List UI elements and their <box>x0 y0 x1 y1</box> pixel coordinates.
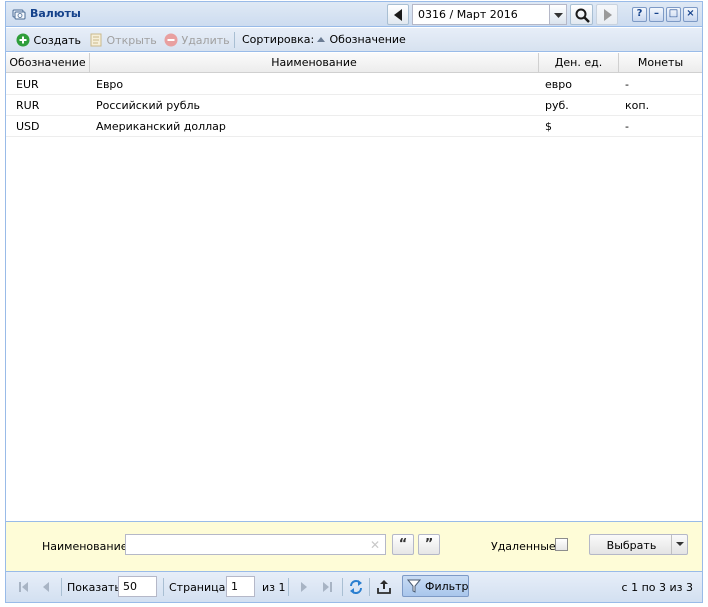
deleted-checkbox[interactable] <box>555 538 568 551</box>
first-page-icon[interactable] <box>16 579 32 595</box>
create-label: Создать <box>33 34 82 47</box>
cell-name: Российский рубль <box>96 99 201 112</box>
refresh-icon[interactable] <box>348 579 364 595</box>
sort-ascending-icon <box>317 37 325 42</box>
help-button[interactable]: ? <box>632 7 647 22</box>
export-icon[interactable] <box>376 579 392 595</box>
column-header-code[interactable]: Обозначение <box>6 53 90 73</box>
close-quote-button[interactable]: ” <box>418 534 440 555</box>
filter-toggle-label: Фильтр <box>425 580 469 593</box>
delete-label: Удалить <box>181 34 230 47</box>
plus-icon <box>16 33 30 47</box>
create-button[interactable]: Создать <box>16 33 81 47</box>
arrow-right-icon <box>604 9 612 21</box>
period-select[interactable]: 0316 / Март 2016 <box>412 4 567 25</box>
window-titlebar: Валюты 0316 / Март 2016 ? – □ × <box>6 2 702 27</box>
deleted-label: Удаленные: <box>491 540 560 553</box>
cell-code: RUR <box>16 99 40 112</box>
cell-code: EUR <box>16 78 39 91</box>
clear-icon[interactable]: ✕ <box>370 538 380 552</box>
open-label: Открыть <box>106 34 157 47</box>
page-number-input[interactable] <box>226 576 255 597</box>
record-summary: с 1 по 3 из 3 <box>621 581 693 594</box>
cell-code: USD <box>16 120 40 133</box>
prev-page-icon[interactable] <box>38 579 54 595</box>
page-label: Страница <box>169 581 226 594</box>
column-header-coins[interactable]: Монеты <box>619 53 702 73</box>
cell-unit: $ <box>545 120 552 133</box>
table-row[interactable]: RUR Российский рубль руб. коп. <box>6 95 702 116</box>
currencies-window: Валюты 0316 / Март 2016 ? – □ × Создать … <box>5 1 703 603</box>
grid-header: Обозначение Наименование Ден. ед. Монеты <box>6 53 702 73</box>
period-value: 0316 / Март 2016 <box>418 8 518 21</box>
paging-separator <box>61 578 62 596</box>
paging-separator <box>342 578 343 596</box>
currency-icon <box>12 8 26 21</box>
document-icon <box>90 33 102 47</box>
delete-button[interactable]: Удалить <box>164 33 230 47</box>
maximize-button[interactable]: □ <box>666 7 681 22</box>
page-size-input[interactable] <box>118 576 157 597</box>
search-icon <box>575 8 590 23</box>
sort-label: Сортировка: <box>242 33 315 46</box>
filter-panel: Наименование: ✕ “ ” Удаленные: Выбрать <box>6 521 702 571</box>
paging-separator <box>288 578 289 596</box>
paging-toolbar: Показать Страница из 1 <box>6 571 702 602</box>
cell-coins: коп. <box>625 99 650 112</box>
cell-name: Американский доллар <box>96 120 226 133</box>
open-quote-button[interactable]: “ <box>392 534 414 555</box>
chevron-down-icon <box>554 13 563 18</box>
paging-separator <box>163 578 164 596</box>
toolbar-separator <box>234 32 235 48</box>
column-header-unit[interactable]: Ден. ед. <box>539 53 619 73</box>
name-filter-label: Наименование: <box>42 540 132 553</box>
column-header-name[interactable]: Наименование <box>90 53 539 73</box>
select-button[interactable]: Выбрать <box>589 534 688 555</box>
minus-icon <box>164 33 178 47</box>
arrow-left-icon <box>394 9 402 21</box>
cell-coins: - <box>625 120 629 133</box>
paging-separator <box>369 578 370 596</box>
cell-unit: руб. <box>545 99 569 112</box>
name-filter-input[interactable] <box>125 534 386 555</box>
cell-name: Евро <box>96 78 124 91</box>
select-label: Выбрать <box>606 539 657 552</box>
page-size-label: Показать <box>67 581 121 594</box>
table-row[interactable]: USD Американский доллар $ - <box>6 116 702 137</box>
grid-body: EUR Евро евро - RUR Российский рубль руб… <box>6 74 702 521</box>
filter-toggle-button[interactable]: Фильтр <box>402 575 469 597</box>
window-title: Валюты <box>30 7 81 20</box>
open-button[interactable]: Открыть <box>89 33 157 47</box>
cell-coins: - <box>625 78 629 91</box>
table-row[interactable]: EUR Евро евро - <box>6 74 702 95</box>
last-page-icon[interactable] <box>319 579 335 595</box>
sort-field-button[interactable]: Обозначение <box>316 33 406 46</box>
period-dropdown-trigger[interactable] <box>549 5 566 24</box>
page-count-label: из 1 <box>262 581 286 594</box>
funnel-icon <box>407 579 421 593</box>
next-page-icon[interactable] <box>296 579 312 595</box>
sort-field-label: Обозначение <box>329 33 406 46</box>
cell-unit: евро <box>545 78 572 91</box>
toolbar: Создать Открыть Удалить Сортировка: Обоз… <box>6 28 702 52</box>
period-search-button[interactable] <box>570 4 593 25</box>
close-button[interactable]: × <box>683 7 698 22</box>
chevron-down-icon <box>675 542 684 546</box>
select-dropdown-arrow[interactable] <box>671 535 687 554</box>
period-next-button[interactable] <box>596 4 618 25</box>
minimize-button[interactable]: – <box>649 7 664 22</box>
period-prev-button[interactable] <box>387 4 409 25</box>
